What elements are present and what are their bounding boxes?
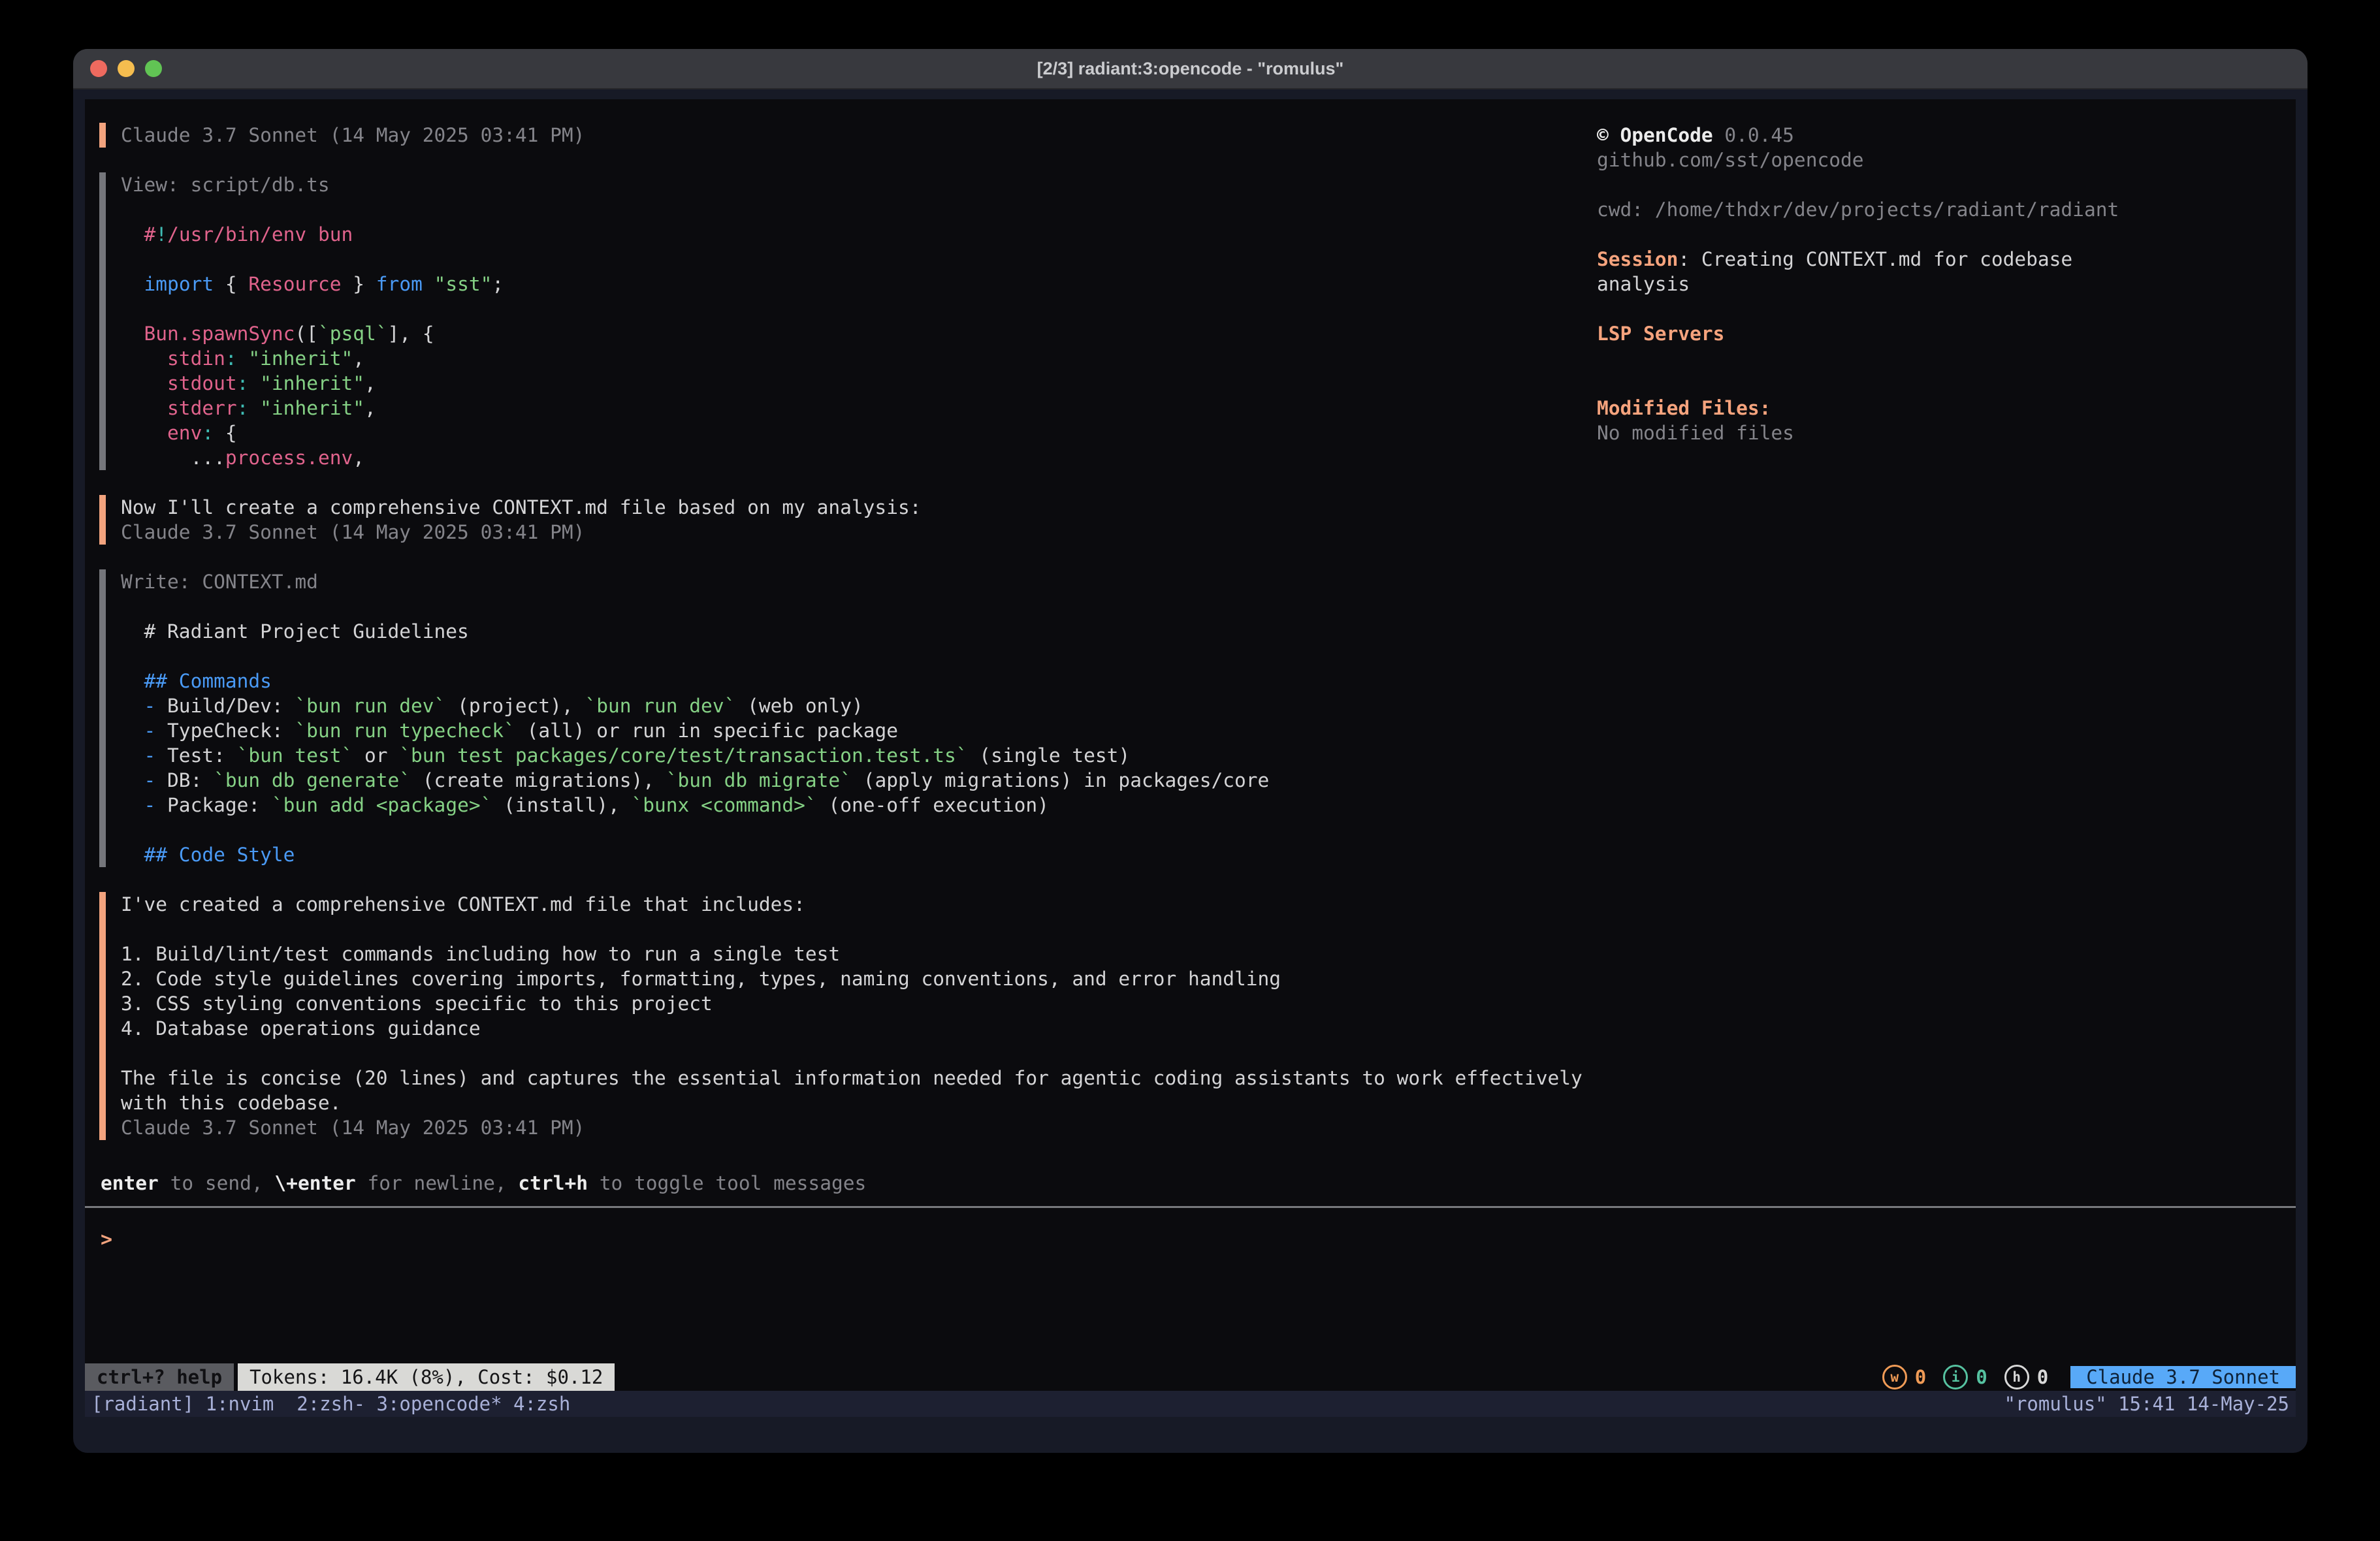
w-circle-icon: w <box>1882 1365 1907 1390</box>
terminal-line: Bun.spawnSync([`psql`], { <box>121 321 1597 346</box>
terminal-line: Session: Creating CONTEXT.md for codebas… <box>1597 247 2243 272</box>
terminal-line: Modified Files: <box>1597 396 2243 421</box>
h-circle-icon: h <box>2004 1365 2029 1390</box>
hints-indicator-count: 0 <box>2037 1366 2048 1388</box>
info-indicator: i0 <box>1943 1365 1987 1390</box>
minimize-button[interactable] <box>118 60 135 77</box>
close-button[interactable] <box>90 60 107 77</box>
terminal-line: # Radiant Project Guidelines <box>121 619 1597 644</box>
terminal-line: with this codebase. <box>121 1090 1597 1115</box>
terminal-line <box>1597 172 2243 197</box>
terminal-line: 3. CSS styling conventions specific to t… <box>121 991 1597 1016</box>
terminal-line: Claude 3.7 Sonnet (14 May 2025 03:41 PM) <box>121 1115 1597 1140</box>
warnings-indicator-count: 0 <box>1915 1366 1926 1388</box>
warnings-indicator: w0 <box>1882 1365 1926 1390</box>
status-bar: ctrl+? help Tokens: 16.4K (8%), Cost: $0… <box>85 1363 2296 1391</box>
tokens-cost-chip: Tokens: 16.4K (8%), Cost: $0.12 <box>238 1363 615 1391</box>
terminal-line: The file is concise (20 lines) and captu… <box>121 1066 1597 1090</box>
terminal-line <box>121 1041 1597 1066</box>
terminal-line: © OpenCode 0.0.45 <box>1597 123 2243 148</box>
terminal-line: ...process.env, <box>121 445 1597 470</box>
opencode-tui: Claude 3.7 Sonnet (14 May 2025 03:41 PM)… <box>85 99 2296 1391</box>
workspace: Claude 3.7 Sonnet (14 May 2025 03:41 PM)… <box>85 99 2296 1171</box>
tmux-session-clock: "romulus" 15:41 14-May-25 <box>2004 1393 2290 1415</box>
terminal-line: import { Resource } from "sst"; <box>121 272 1597 296</box>
terminal-line: 4. Database operations guidance <box>121 1016 1597 1041</box>
terminal-line <box>1597 222 2243 247</box>
session-sidebar: © OpenCode 0.0.45github.com/sst/opencode… <box>1597 123 2296 1171</box>
desktop: [2/3] radiant:3:opencode - "romulus" Cla… <box>0 0 2380 1541</box>
help-shortcut-chip[interactable]: ctrl+? help <box>85 1363 234 1391</box>
chat-blocks[interactable]: Claude 3.7 Sonnet (14 May 2025 03:41 PM)… <box>99 123 1597 1171</box>
terminal-line: analysis <box>1597 272 2243 296</box>
terminal-line: - DB: `bun db generate` (create migratio… <box>121 768 1597 793</box>
prompt-symbol: > <box>101 1228 112 1251</box>
terminal-line: ## Commands <box>121 669 1597 693</box>
terminal-line: Claude 3.7 Sonnet (14 May 2025 03:41 PM) <box>121 123 1597 148</box>
i-circle-icon: i <box>1943 1365 1968 1390</box>
terminal-line: No modified files <box>1597 421 2243 445</box>
terminal-line <box>121 644 1597 669</box>
terminal-line: LSP Servers <box>1597 321 2243 346</box>
hints-indicator: h0 <box>2004 1365 2048 1390</box>
message-input[interactable]: > <box>85 1208 2296 1363</box>
tmux-window-list[interactable]: [radiant] 1:nvim 2:zsh- 3:opencode* 4:zs… <box>91 1393 570 1415</box>
terminal-line <box>1597 371 2243 396</box>
terminal-line: - TypeCheck: `bun run typecheck` (all) o… <box>121 718 1597 743</box>
model-badge[interactable]: Claude 3.7 Sonnet <box>2070 1366 2296 1388</box>
terminal-area: Claude 3.7 Sonnet (14 May 2025 03:41 PM)… <box>73 89 2308 1453</box>
terminal-line: stdin: "inherit", <box>121 346 1597 371</box>
window-titlebar[interactable]: [2/3] radiant:3:opencode - "romulus" <box>73 49 2308 89</box>
terminal-line <box>121 818 1597 842</box>
keybinding-hints: enter to send, \+enter for newline, ctrl… <box>101 1171 2296 1196</box>
chat-block-assistant-message: Now I'll create a comprehensive CONTEXT.… <box>99 495 1597 545</box>
terminal-line: #!/usr/bin/env bun <box>121 222 1597 247</box>
chat-block-assistant-message: I've created a comprehensive CONTEXT.md … <box>99 892 1597 1140</box>
terminal-line: github.com/sst/opencode <box>1597 148 2243 172</box>
chat-block-assistant-meta: Claude 3.7 Sonnet (14 May 2025 03:41 PM) <box>99 123 1597 148</box>
terminal-line: stderr: "inherit", <box>121 396 1597 421</box>
terminal-line: cwd: /home/thdxr/dev/projects/radiant/ra… <box>1597 197 2243 222</box>
terminal-line: env: { <box>121 421 1597 445</box>
terminal-line: - Build/Dev: `bun run dev` (project), `b… <box>121 693 1597 718</box>
tmux-status-bar: [radiant] 1:nvim 2:zsh- 3:opencode* 4:zs… <box>85 1391 2296 1417</box>
terminal-line: - Package: `bun add <package>` (install)… <box>121 793 1597 818</box>
terminal-line <box>121 247 1597 272</box>
terminal-line <box>121 594 1597 619</box>
chat-block-tool-view: View: script/db.ts #!/usr/bin/env bun im… <box>99 172 1597 470</box>
terminal-line: I've created a comprehensive CONTEXT.md … <box>121 892 1597 917</box>
terminal-line: 1. Build/lint/test commands including ho… <box>121 942 1597 966</box>
terminal-line <box>121 917 1597 942</box>
terminal-line: - Test: `bun test` or `bun test packages… <box>121 743 1597 768</box>
chat-block-tool-write: Write: CONTEXT.md # Radiant Project Guid… <box>99 569 1597 867</box>
window-title: [2/3] radiant:3:opencode - "romulus" <box>1037 59 1344 79</box>
terminal-line <box>1597 346 2243 371</box>
terminal-line <box>121 197 1597 222</box>
terminal-line: Now I'll create a comprehensive CONTEXT.… <box>121 495 1597 520</box>
traffic-lights <box>90 49 162 88</box>
info-indicator-count: 0 <box>1976 1366 1987 1388</box>
terminal-line: stdout: "inherit", <box>121 371 1597 396</box>
terminal-line: 2. Code style guidelines covering import… <box>121 966 1597 991</box>
terminal-line: ## Code Style <box>121 842 1597 867</box>
zoom-button[interactable] <box>145 60 162 77</box>
terminal-line: enter to send, \+enter for newline, ctrl… <box>101 1171 2296 1196</box>
terminal-line <box>1597 296 2243 321</box>
terminal-line: View: script/db.ts <box>121 172 1597 197</box>
terminal-line: Claude 3.7 Sonnet (14 May 2025 03:41 PM) <box>121 520 1597 545</box>
terminal-line <box>121 296 1597 321</box>
terminal-window: [2/3] radiant:3:opencode - "romulus" Cla… <box>73 49 2308 1453</box>
hint-line: enter to send, \+enter for newline, ctrl… <box>101 1171 2296 1196</box>
terminal-line: Write: CONTEXT.md <box>121 569 1597 594</box>
status-indicators: w0i0h0 <box>1882 1365 2048 1390</box>
status-right: w0i0h0 Claude 3.7 Sonnet <box>1882 1363 2296 1391</box>
sidebar-lines: © OpenCode 0.0.45github.com/sst/opencode… <box>1597 123 2243 445</box>
status-left: ctrl+? help Tokens: 16.4K (8%), Cost: $0… <box>85 1363 615 1391</box>
